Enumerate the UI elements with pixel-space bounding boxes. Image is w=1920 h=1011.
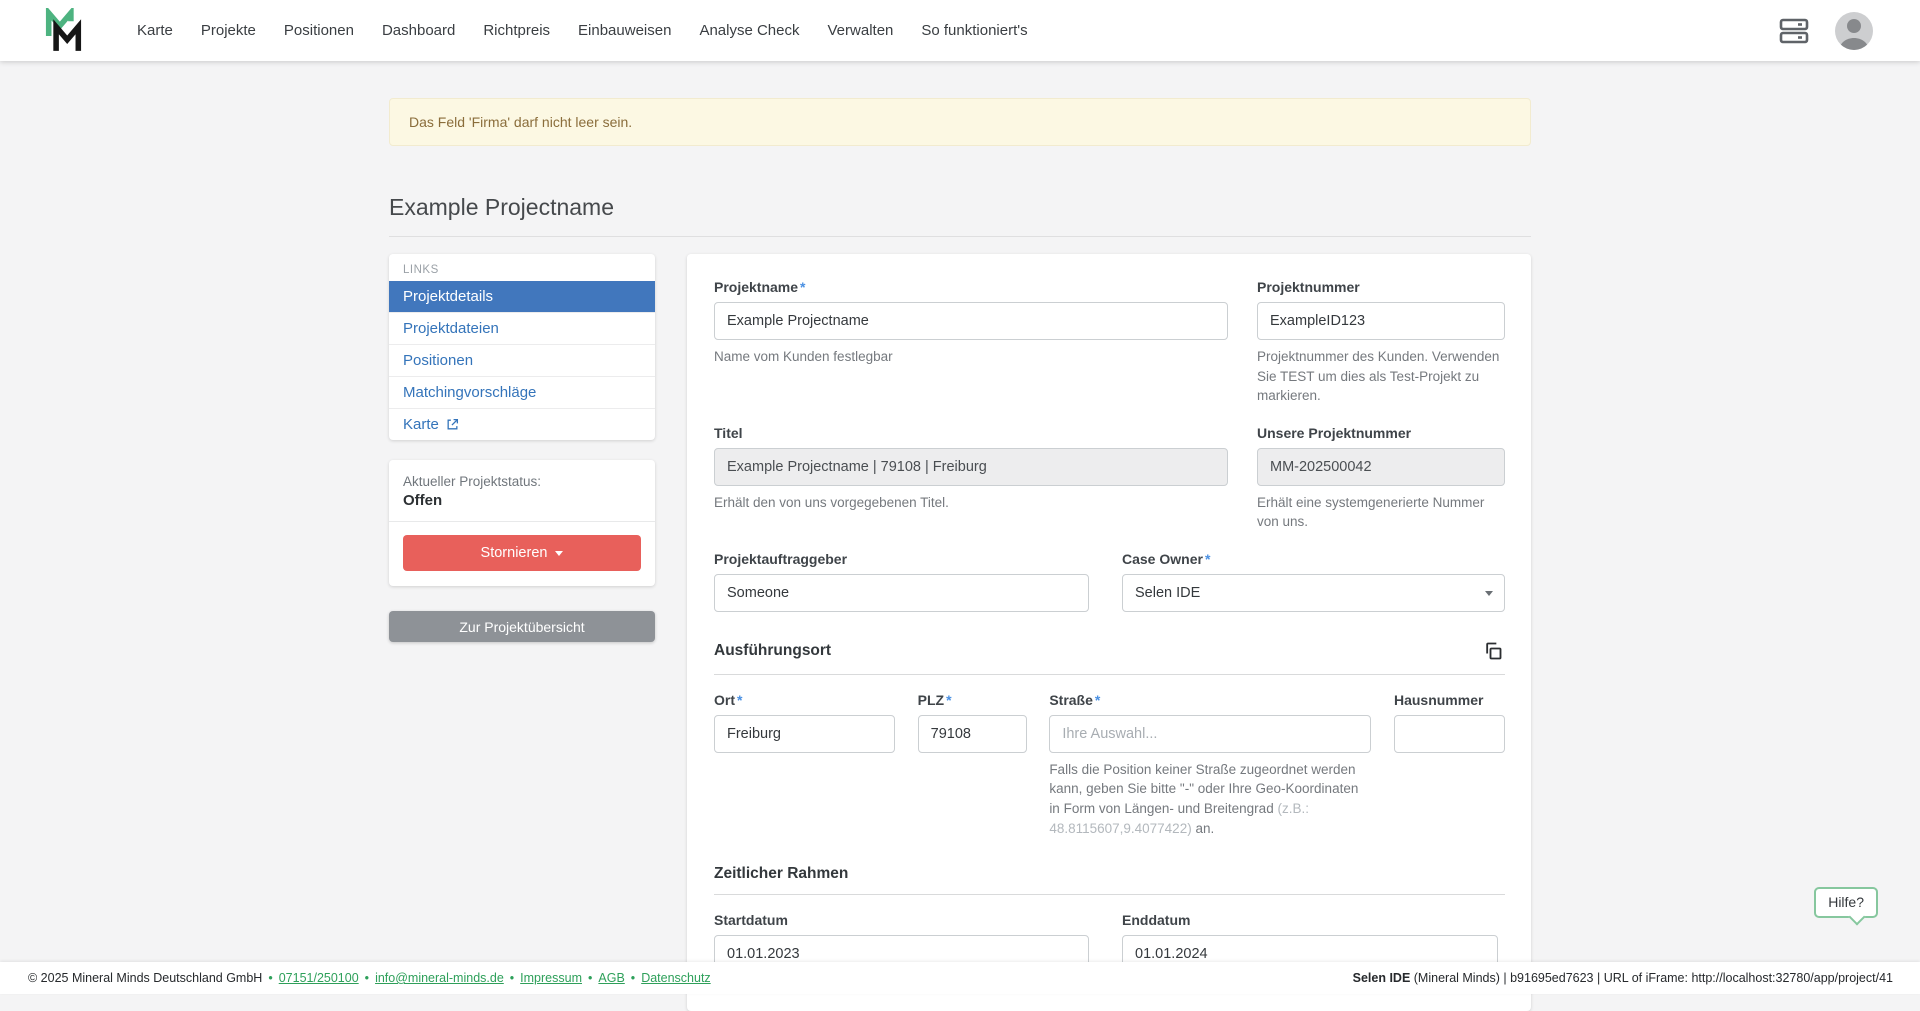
plz-label: PLZ* xyxy=(918,692,1027,708)
section-title-zeitlicher-rahmen: Zeitlicher Rahmen xyxy=(714,865,848,883)
sidebar-item-matchingvorschlaege[interactable]: Matchingvorschläge xyxy=(389,376,655,408)
sidebar-item-karte[interactable]: Karte xyxy=(389,408,655,440)
footer-separator: • xyxy=(365,971,369,985)
sidebar-item-label: Positionen xyxy=(403,352,473,369)
nav-item-karte[interactable]: Karte xyxy=(137,22,173,39)
sidebar-item-positionen[interactable]: Positionen xyxy=(389,344,655,376)
ort-input[interactable] xyxy=(714,715,895,753)
section-divider xyxy=(714,894,1505,895)
nav-item-dashboard[interactable]: Dashboard xyxy=(382,22,455,39)
case-owner-select[interactable]: Selen IDE xyxy=(1122,574,1505,612)
strasse-input[interactable] xyxy=(1049,715,1371,753)
help-button[interactable]: Hilfe? xyxy=(1814,887,1878,918)
titel-help: Erhält den von uns vorgegebenen Titel. xyxy=(714,493,1228,513)
sidebar-item-label: Projektdateien xyxy=(403,320,499,337)
enddatum-label: Enddatum xyxy=(1122,912,1498,928)
nav-item-analyse-check[interactable]: Analyse Check xyxy=(699,22,799,39)
case-owner-label: Case Owner* xyxy=(1122,551,1505,567)
external-link-icon xyxy=(446,418,459,431)
footer: © 2025 Mineral Minds Deutschland GmbH • … xyxy=(0,962,1920,994)
brand-logo[interactable] xyxy=(45,8,82,53)
required-asterisk: * xyxy=(737,692,742,708)
person-icon xyxy=(1835,12,1873,50)
sidebar: LINKS Projektdetails Projektdateien Posi… xyxy=(389,254,655,642)
required-asterisk: * xyxy=(1205,551,1210,567)
stornieren-button-label: Stornieren xyxy=(481,545,548,561)
nav-item-richtpreis[interactable]: Richtpreis xyxy=(483,22,550,39)
footer-link-agb[interactable]: AGB xyxy=(598,971,624,985)
unsere-projektnummer-label: Unsere Projektnummer xyxy=(1257,425,1505,441)
footer-separator: • xyxy=(510,971,514,985)
user-avatar[interactable] xyxy=(1835,12,1873,50)
hausnummer-input[interactable] xyxy=(1394,715,1505,753)
titel-label: Titel xyxy=(714,425,1228,441)
footer-copyright: © 2025 Mineral Minds Deutschland GmbH xyxy=(28,971,262,985)
sidebar-item-label: Karte xyxy=(403,416,439,433)
ort-label: Ort* xyxy=(714,692,895,708)
projektnummer-label: Projektnummer xyxy=(1257,279,1505,295)
projektnummer-input[interactable] xyxy=(1257,302,1505,340)
projektauftraggeber-input[interactable] xyxy=(714,574,1089,612)
caret-down-icon xyxy=(555,551,563,556)
case-owner-selected-value: Selen IDE xyxy=(1135,585,1200,601)
footer-link-impressum[interactable]: Impressum xyxy=(520,971,582,985)
footer-link-datenschutz[interactable]: Datenschutz xyxy=(641,971,710,985)
status-value: Offen xyxy=(403,492,641,509)
project-form-card: Projektname* Name vom Kunden festlegbar … xyxy=(687,254,1531,1011)
projektnummer-help: Projektnummer des Kunden. Verwenden Sie … xyxy=(1257,347,1505,406)
required-asterisk: * xyxy=(946,692,951,708)
plz-input[interactable] xyxy=(918,715,1027,753)
chevron-down-icon xyxy=(1485,591,1493,596)
projektname-help: Name vom Kunden festlegbar xyxy=(714,347,1228,367)
status-label: Aktueller Projektstatus: xyxy=(403,474,641,489)
stornieren-button[interactable]: Stornieren xyxy=(403,535,641,571)
warning-alert: Das Feld 'Firma' darf nicht leer sein. xyxy=(389,98,1531,146)
startdatum-label: Startdatum xyxy=(714,912,1089,928)
nav-item-einbauweisen[interactable]: Einbauweisen xyxy=(578,22,671,39)
status-divider xyxy=(389,521,655,522)
unsere-projektnummer-input xyxy=(1257,448,1505,486)
page-title: Example Projectname xyxy=(389,194,1531,237)
hausnummer-label: Hausnummer xyxy=(1394,692,1505,708)
links-card-header: LINKS xyxy=(389,254,655,281)
nav-item-projekte[interactable]: Projekte xyxy=(201,22,256,39)
copy-icon[interactable] xyxy=(1481,639,1505,663)
content-area: Das Feld 'Firma' darf nicht leer sein. E… xyxy=(0,98,1920,1011)
footer-session-details: (Mineral Minds) | b91695ed7623 | URL of … xyxy=(1410,971,1893,985)
project-overview-button[interactable]: Zur Projektübersicht xyxy=(389,611,655,642)
sidebar-item-projektdateien[interactable]: Projektdateien xyxy=(389,312,655,344)
sidebar-item-projektdetails[interactable]: Projektdetails xyxy=(389,281,655,312)
footer-link-phone[interactable]: 07151/250100 xyxy=(279,971,359,985)
footer-separator: • xyxy=(268,971,272,985)
nav-item-verwalten[interactable]: Verwalten xyxy=(828,22,894,39)
section-divider xyxy=(714,674,1505,675)
footer-separator: • xyxy=(588,971,592,985)
nav-right xyxy=(1777,12,1873,50)
mineral-minds-logo-icon xyxy=(45,8,82,53)
footer-session-info: Selen IDE (Mineral Minds) | b91695ed7623… xyxy=(1353,971,1893,985)
footer-link-email[interactable]: info@mineral-minds.de xyxy=(375,971,504,985)
required-asterisk: * xyxy=(1095,692,1100,708)
unsere-projektnummer-help: Erhält eine systemgenerierte Nummer von … xyxy=(1257,493,1505,532)
footer-user: Selen IDE xyxy=(1353,971,1411,985)
nav-links: Karte Projekte Positionen Dashboard Rich… xyxy=(137,22,1028,39)
server-stack-icon[interactable] xyxy=(1777,16,1811,46)
projektauftraggeber-label: Projektauftraggeber xyxy=(714,551,1089,567)
strasse-help: Falls die Position keiner Straße zugeord… xyxy=(1049,760,1371,838)
projektname-input[interactable] xyxy=(714,302,1228,340)
titel-input xyxy=(714,448,1228,486)
top-navbar: Karte Projekte Positionen Dashboard Rich… xyxy=(0,0,1920,61)
links-card: LINKS Projektdetails Projektdateien Posi… xyxy=(389,254,655,440)
required-asterisk: * xyxy=(800,279,805,295)
nav-item-positionen[interactable]: Positionen xyxy=(284,22,354,39)
section-title-ausfuehrungsort: Ausführungsort xyxy=(714,642,831,660)
footer-separator: • xyxy=(631,971,635,985)
status-card: Aktueller Projektstatus: Offen Storniere… xyxy=(389,460,655,586)
sidebar-item-label: Matchingvorschläge xyxy=(403,384,536,401)
strasse-label: Straße* xyxy=(1049,692,1371,708)
footer-left: © 2025 Mineral Minds Deutschland GmbH • … xyxy=(28,971,711,985)
projektname-label: Projektname* xyxy=(714,279,1228,295)
nav-item-so-funktionierts[interactable]: So funktioniert's xyxy=(921,22,1027,39)
sidebar-item-label: Projektdetails xyxy=(403,288,493,305)
